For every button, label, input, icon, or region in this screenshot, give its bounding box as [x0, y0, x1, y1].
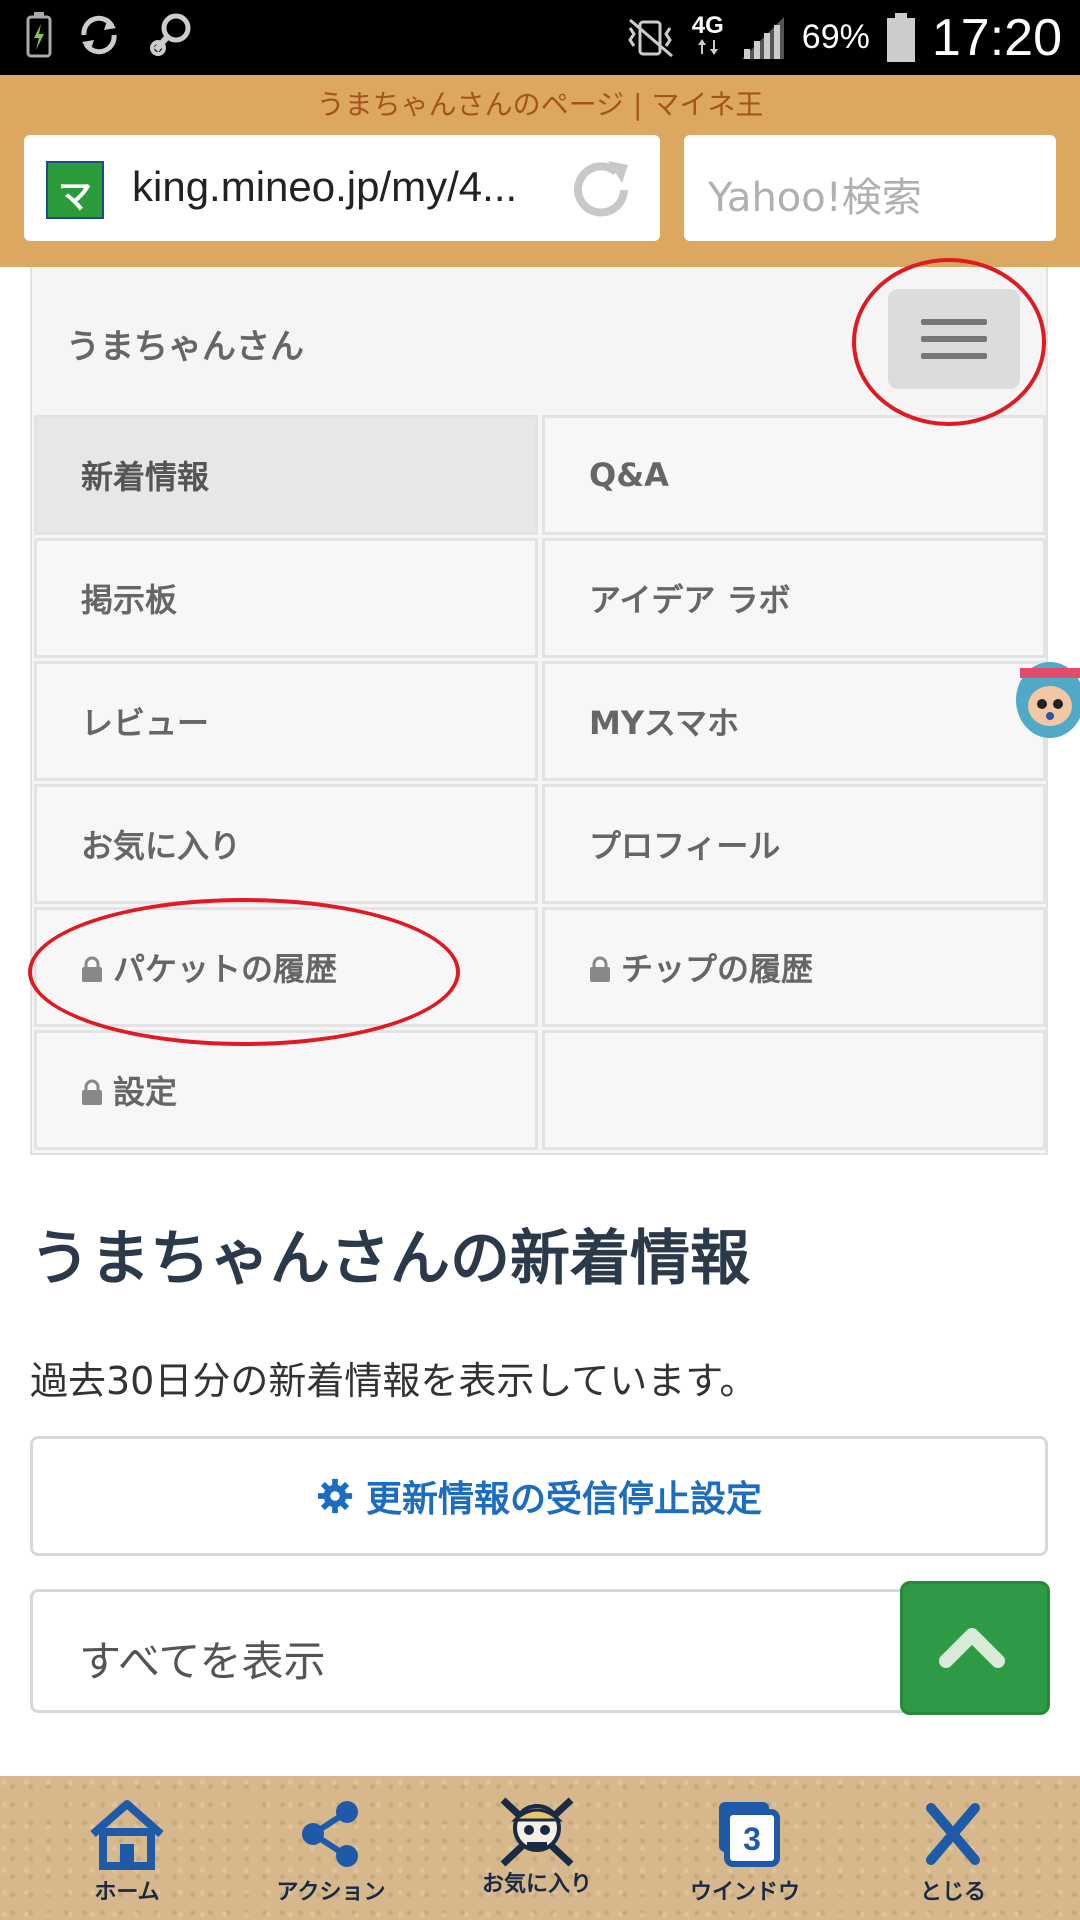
search-placeholder: Yahoo!検索 — [708, 175, 922, 221]
browser-toolbar: うまちゃんさんのページ | マイネ王 king.mineo.jp/my/4...… — [0, 75, 1080, 267]
toolbar-label: お気に入り — [481, 1872, 592, 1897]
battery-icon — [886, 12, 915, 62]
unsubscribe-settings-label: 更新情報の受信停止設定 — [365, 1479, 762, 1520]
window-count: 3 — [743, 1821, 761, 1857]
nav-item-my-smartphone[interactable]: MYスマホ — [542, 661, 1046, 781]
toolbar-label: とじる — [919, 1880, 986, 1905]
url-bar[interactable]: king.mineo.jp/my/4... — [24, 135, 660, 241]
nav-item-label: アイデア ラボ — [589, 581, 791, 619]
chevron-up-icon — [939, 1628, 1005, 1668]
filter-select[interactable]: すべてを表示 — [30, 1589, 1048, 1713]
nav-item-label: プロフィール — [589, 827, 781, 865]
nav-item-label: 新着情報 — [81, 458, 210, 496]
sync-icon — [81, 15, 117, 55]
page-title: うまちゃんさんのページ | マイネ王 — [316, 88, 764, 121]
nav-item-label: チップの履歴 — [621, 950, 814, 988]
signal-icon — [741, 16, 784, 59]
nav-item-settings[interactable]: 設定 — [34, 1030, 538, 1150]
lock-icon — [82, 1079, 102, 1105]
nav-item-empty — [542, 1030, 1046, 1150]
windows-icon: 3 — [719, 1802, 780, 1867]
nav-item-label: Q&A — [589, 456, 669, 494]
toolbar-label: アクション — [276, 1880, 386, 1905]
nav-item-news[interactable]: 新着情報 — [34, 415, 538, 535]
annotation-circle-packet-history — [28, 898, 460, 1046]
nav-item-tip-history[interactable]: チップの履歴 — [542, 907, 1046, 1027]
skull-flag-icon — [500, 1797, 574, 1867]
home-icon — [90, 1800, 164, 1870]
character-icon[interactable] — [1010, 660, 1080, 746]
filter-select-value: すべてを表示 — [79, 1637, 326, 1686]
url-text: king.mineo.jp/my/4... — [132, 163, 518, 210]
toolbar-home-button[interactable]: ホーム — [52, 1798, 202, 1916]
toolbar-label: ウインドウ — [689, 1880, 800, 1905]
toolbar-action-button[interactable]: アクション — [256, 1798, 406, 1916]
battery-charging-icon — [26, 12, 52, 58]
nav-item-idea-lab[interactable]: アイデア ラボ — [542, 538, 1046, 658]
share-icon — [302, 1801, 358, 1867]
nav-item-qa[interactable]: Q&A — [542, 415, 1046, 535]
gear-icon — [317, 1478, 353, 1514]
nav-item-label: レビュー — [81, 704, 210, 742]
page-description: 過去30日分の新着情報を表示しています。 — [30, 1359, 758, 1403]
nav-item-label: お気に入り — [81, 827, 242, 865]
network-type: 4G — [691, 11, 724, 61]
data-arrows-icon — [697, 38, 718, 55]
nav-item-favorites[interactable]: お気に入り — [34, 784, 538, 904]
annotation-circle-menu — [852, 258, 1046, 426]
toolbar-label: ホーム — [94, 1880, 160, 1905]
close-icon — [926, 1803, 980, 1865]
toolbar-favorites-button[interactable]: お気に入り — [462, 1797, 612, 1916]
nav-item-board[interactable]: 掲示板 — [34, 538, 538, 658]
reload-icon[interactable] — [564, 153, 638, 227]
search-status-icon — [150, 13, 191, 56]
scroll-to-top-button[interactable] — [900, 1581, 1050, 1715]
battery-percent: 69% — [801, 18, 870, 56]
toolbar-close-button[interactable]: とじる — [878, 1798, 1028, 1916]
search-input[interactable]: Yahoo!検索 — [684, 135, 1056, 241]
status-bar: 4G 69% 17:20 — [0, 0, 1080, 75]
nav-item-label: 設定 — [113, 1073, 178, 1111]
site-brand[interactable]: うまちゃんさん — [66, 319, 304, 368]
clock: 17:20 — [931, 8, 1062, 67]
page-heading: うまちゃんさんの新着情報 — [30, 1224, 750, 1294]
bottom-toolbar: ホーム アクション お気に入り 3 ウインドウ とじる — [0, 1776, 1080, 1920]
vibrate-mute-icon — [627, 18, 673, 57]
site-favicon-icon — [46, 161, 104, 219]
toolbar-windows-button[interactable]: 3 ウインドウ — [670, 1798, 820, 1916]
nav-item-review[interactable]: レビュー — [34, 661, 538, 781]
nav-item-label: MYスマホ — [589, 704, 740, 742]
unsubscribe-settings-button[interactable]: 更新情報の受信停止設定 — [30, 1436, 1048, 1556]
network-label: 4G — [691, 11, 724, 39]
nav-item-label: 掲示板 — [81, 581, 178, 619]
nav-item-profile[interactable]: プロフィール — [542, 784, 1046, 904]
lock-icon — [590, 956, 610, 982]
